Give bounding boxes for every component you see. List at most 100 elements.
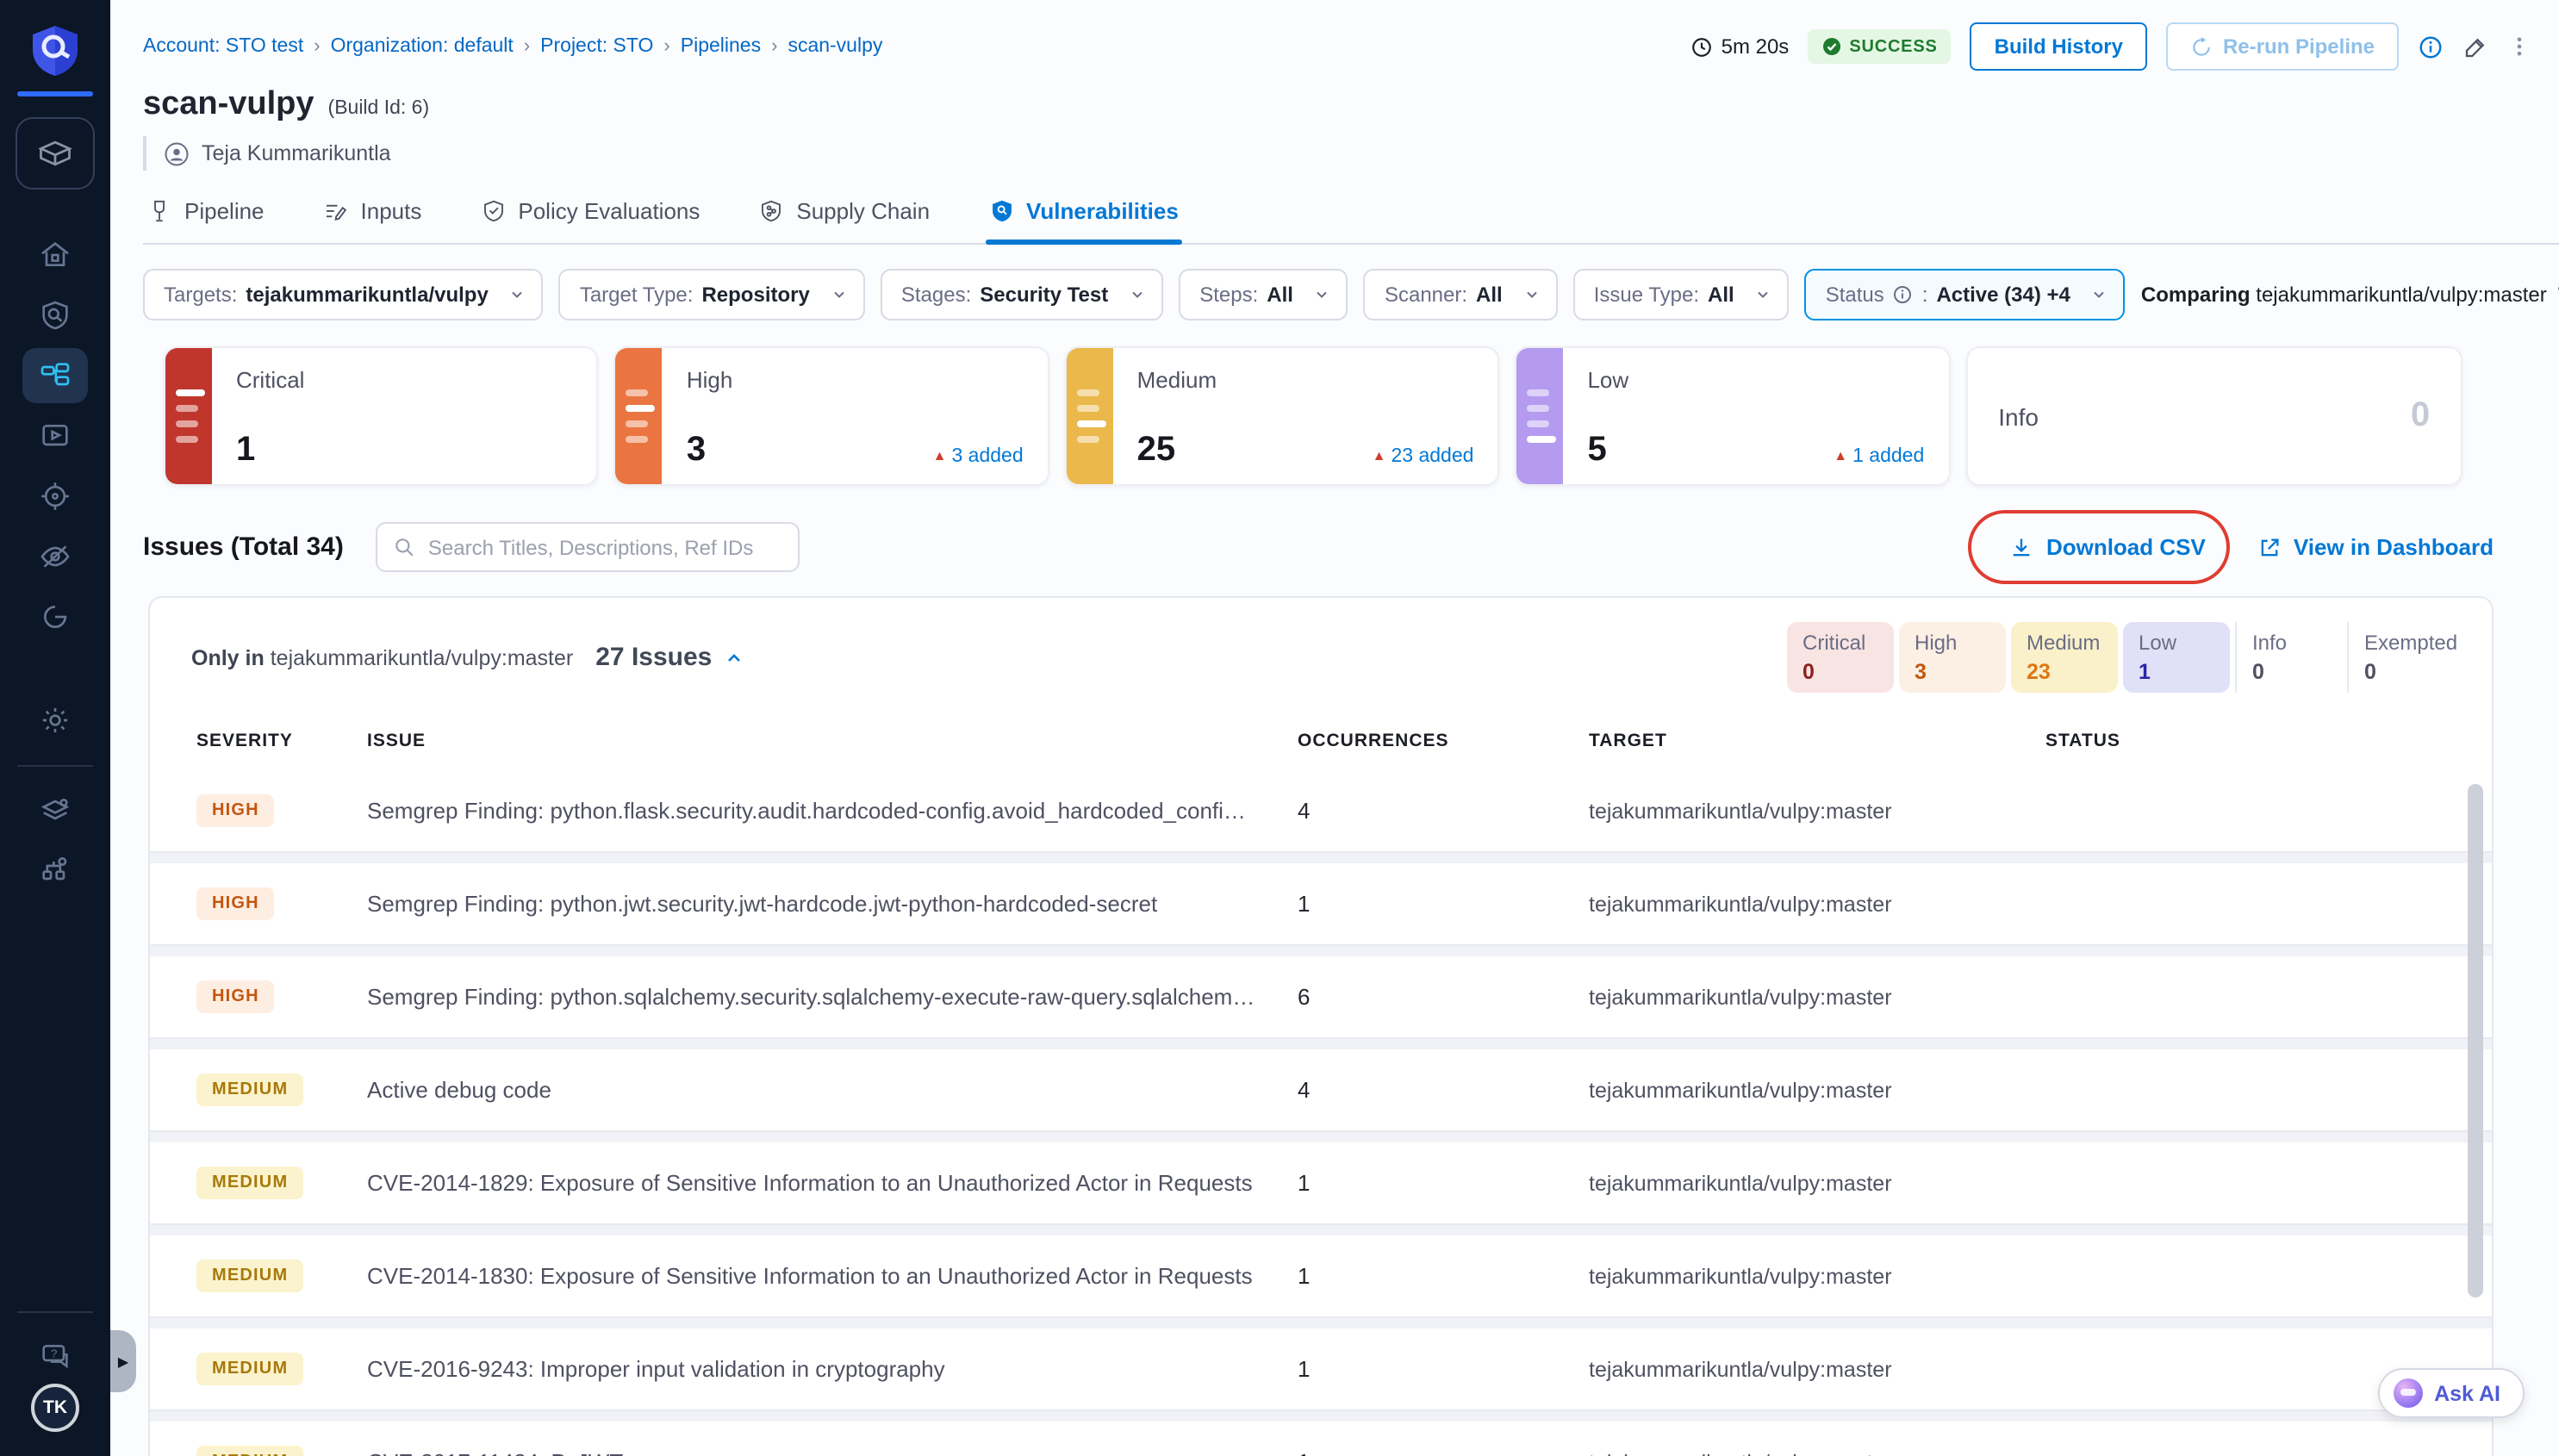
breadcrumb-separator: › <box>663 36 669 57</box>
severity-card-info[interactable]: Info 0 <box>1965 346 2462 486</box>
severity-card-low[interactable]: Low 5 ▲1 added <box>1515 346 1950 486</box>
sidebar-item-default-settings[interactable] <box>22 782 88 837</box>
filter-steps[interactable]: Steps:All <box>1179 269 1348 320</box>
edit-pipeline-button[interactable] <box>2462 34 2488 59</box>
table-row[interactable]: MEDIUM CVE-2014-1829: Exposure of Sensit… <box>150 1142 2492 1223</box>
module-accent-bar <box>17 91 93 96</box>
sidebar-item-help[interactable]: ? <box>22 1328 88 1384</box>
table-row[interactable]: HIGH Semgrep Finding: python.jwt.securit… <box>150 863 2492 944</box>
table-scrollbar[interactable] <box>2468 784 2483 1297</box>
breadcrumb-separator: › <box>314 36 320 57</box>
tab-vulnerabilities[interactable]: Vulnerabilities <box>985 188 1182 243</box>
chip-critical: Critical0 <box>1787 622 1894 693</box>
row-divider <box>150 944 2492 956</box>
sidebar-item-test-targets[interactable] <box>22 288 88 343</box>
card-name: High <box>687 367 1024 393</box>
sidebar-item-pipelines[interactable] <box>22 348 88 403</box>
filter-issue-type[interactable]: Issue Type:All <box>1573 269 1790 320</box>
issue-title[interactable]: CVE-2017-11424: PyJWT... <box>367 1449 1298 1456</box>
table-row[interactable]: MEDIUM CVE-2016-9243: Improper input val… <box>150 1328 2492 1409</box>
chevron-up-icon <box>724 647 744 668</box>
card-count: 25 <box>1137 432 1176 467</box>
download-csv-button[interactable]: Download CSV <box>2010 534 2206 560</box>
severity-gauge-icon <box>1516 348 1563 484</box>
filter-status[interactable]: Status :Active (34) +4 <box>1805 269 2126 320</box>
tab-policy-evaluations[interactable]: Policy Evaluations <box>476 188 703 243</box>
filter-targets[interactable]: Targets:tejakummarikuntla/vulpy <box>143 269 544 320</box>
info-button[interactable] <box>2418 34 2444 59</box>
breadcrumb-project[interactable]: Project: STO <box>540 36 653 57</box>
sidebar-item-module[interactable] <box>16 117 95 190</box>
user-avatar[interactable]: TK <box>31 1384 79 1432</box>
col-target: TARGET <box>1589 731 2045 751</box>
row-divider <box>150 1130 2492 1142</box>
target: tejakummarikuntla/vulpy:master <box>1589 1078 2045 1102</box>
target: tejakummarikuntla/vulpy:master <box>1589 1357 2045 1381</box>
severity-card-critical[interactable]: Critical 1 <box>164 346 599 486</box>
sidebar-item-exemptions[interactable] <box>22 529 88 584</box>
issue-title[interactable]: CVE-2014-1829: Exposure of Sensitive Inf… <box>367 1170 1298 1196</box>
chevron-down-icon <box>1755 286 1772 303</box>
issue-title[interactable]: Semgrep Finding: python.sqlalchemy.secur… <box>367 984 1298 1010</box>
view-in-dashboard-button[interactable]: View in Dashboard <box>2257 534 2494 560</box>
occurrences: 1 <box>1298 1449 1589 1456</box>
severity-card-high[interactable]: High 3 ▲3 added <box>614 346 1049 486</box>
build-history-button[interactable]: Build History <box>1971 22 2147 71</box>
occurrences: 6 <box>1298 984 1589 1010</box>
tab-inputs[interactable]: Inputs <box>320 188 426 243</box>
sidebar-divider <box>17 765 93 767</box>
filter-stages[interactable]: Stages:Security Test <box>881 269 1163 320</box>
row-divider <box>150 1223 2492 1235</box>
chevron-down-icon <box>831 286 848 303</box>
triangle-up-icon: ▲ <box>1373 448 1386 464</box>
breadcrumb-current[interactable]: scan-vulpy <box>788 36 882 57</box>
sto-logo[interactable] <box>28 22 83 78</box>
sidebar-item-targets[interactable] <box>22 469 88 524</box>
tab-supply-chain[interactable]: Supply Chain <box>755 188 933 243</box>
layers-gear-icon <box>38 793 72 827</box>
table-row[interactable]: MEDIUM Active debug code 4 tejakummariku… <box>150 1049 2492 1130</box>
breadcrumb-org[interactable]: Organization: default <box>331 36 514 57</box>
sidebar-expand-handle[interactable]: ▶ <box>110 1330 136 1392</box>
triangle-up-icon: ▲ <box>1834 448 1847 464</box>
issue-title[interactable]: Active debug code <box>367 1077 1298 1103</box>
author-name: Teja Kummarikuntla <box>202 141 391 165</box>
table-row[interactable]: HIGH Semgrep Finding: python.sqlalchemy.… <box>150 956 2492 1037</box>
more-options-button[interactable] <box>2507 33 2531 60</box>
sidebar-item-executions[interactable] <box>22 408 88 464</box>
table-row-partial[interactable]: MEDIUM CVE-2017-11424: PyJWT... 1 tejaku… <box>150 1422 2492 1456</box>
target: tejakummarikuntla/vulpy:master <box>1589 1264 2045 1288</box>
table-row[interactable]: HIGH Semgrep Finding: python.flask.secur… <box>150 770 2492 851</box>
issue-title[interactable]: Semgrep Finding: python.flask.security.a… <box>367 798 1298 824</box>
target: tejakummarikuntla/vulpy:master <box>1589 985 2045 1009</box>
sidebar-item-settings[interactable] <box>22 693 88 748</box>
breadcrumb-pipelines[interactable]: Pipelines <box>681 36 761 57</box>
top-bar: Account: STO test › Organization: default… <box>110 0 2559 71</box>
severity-card-medium[interactable]: Medium 25 ▲23 added <box>1065 346 1500 486</box>
search-input[interactable] <box>428 535 783 559</box>
breadcrumb-separator: › <box>524 36 530 57</box>
tab-bar: Pipeline Inputs Policy Evaluations Suppl… <box>143 188 2559 245</box>
card-name: Critical <box>236 367 573 393</box>
sidebar-item-get-started[interactable] <box>22 589 88 644</box>
table-row[interactable]: MEDIUM CVE-2014-1830: Exposure of Sensit… <box>150 1235 2492 1316</box>
row-divider <box>150 1037 2492 1049</box>
sidebar-item-home[interactable] <box>22 227 88 283</box>
sidebar-item-integrations[interactable] <box>22 843 88 898</box>
breadcrumb: Account: STO test › Organization: default… <box>143 36 882 57</box>
issue-title[interactable]: Semgrep Finding: python.jwt.security.jwt… <box>367 891 1298 917</box>
group-count-toggle[interactable]: 27 Issues <box>595 643 744 672</box>
user-icon <box>164 140 190 166</box>
ask-ai-button[interactable]: Ask AI <box>2377 1368 2525 1418</box>
row-divider <box>150 1316 2492 1328</box>
tab-pipeline[interactable]: Pipeline <box>143 188 268 243</box>
filter-target-type[interactable]: Target Type:Repository <box>559 269 865 320</box>
download-icon <box>2010 535 2034 559</box>
issue-title[interactable]: CVE-2016-9243: Improper input validation… <box>367 1356 1298 1382</box>
card-count: 3 <box>687 432 706 467</box>
issue-title[interactable]: CVE-2014-1830: Exposure of Sensitive Inf… <box>367 1263 1298 1289</box>
filter-scanner[interactable]: Scanner:All <box>1364 269 1558 320</box>
rerun-pipeline-button[interactable]: Re-run Pipeline <box>2166 22 2399 71</box>
occurrences: 1 <box>1298 1263 1589 1289</box>
breadcrumb-account[interactable]: Account: STO test <box>143 36 303 57</box>
